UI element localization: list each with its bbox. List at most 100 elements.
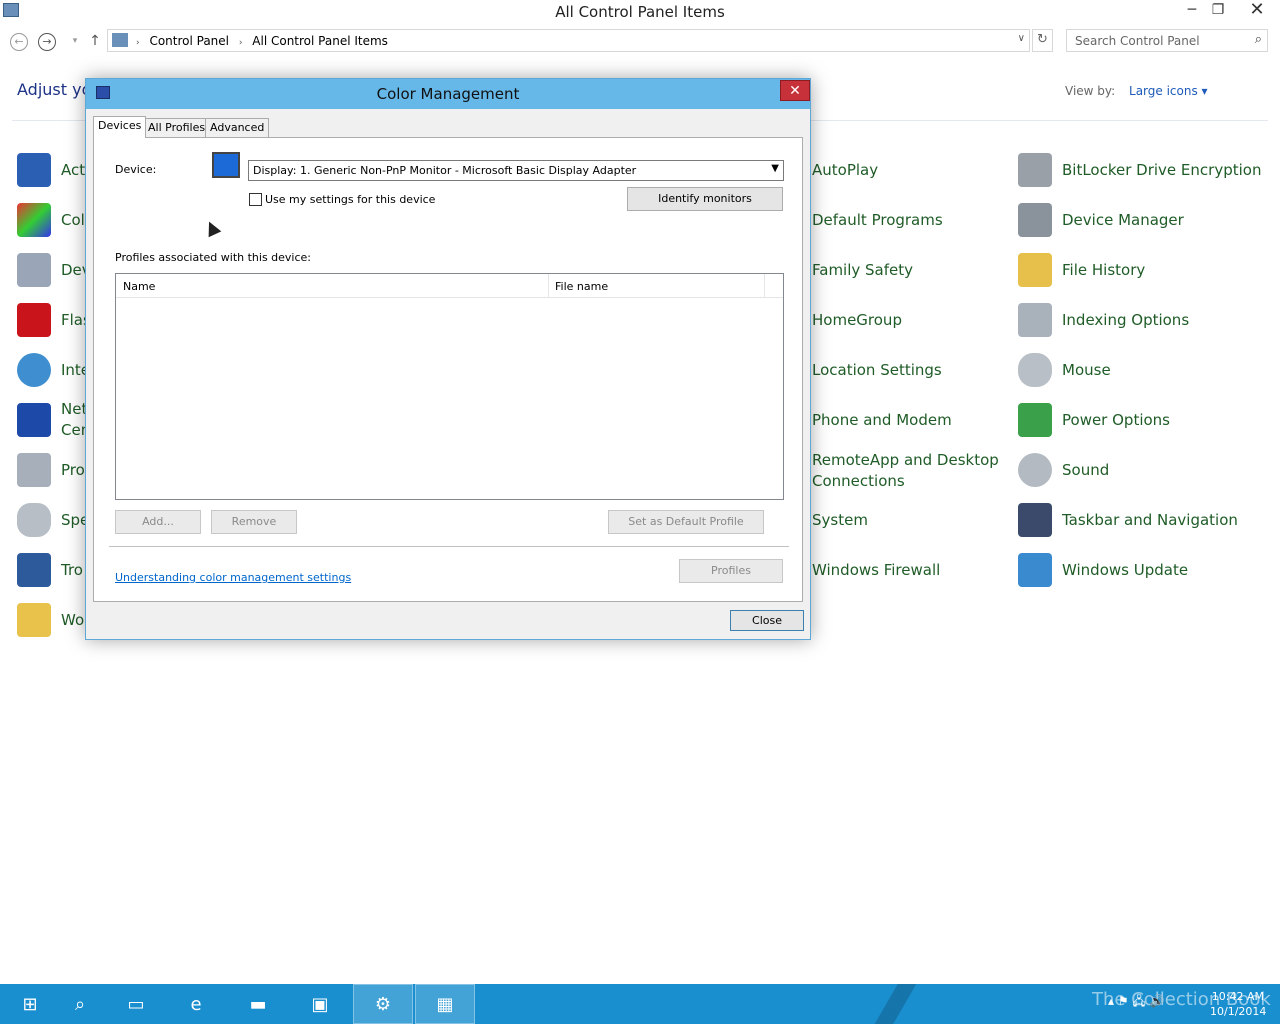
- tab-devices[interactable]: Devices: [93, 116, 147, 138]
- cp-item-device-manager[interactable]: Device Manager: [1018, 200, 1184, 240]
- address-dropdown-icon[interactable]: ∨: [1018, 33, 1025, 44]
- close-button[interactable]: Close: [730, 610, 804, 631]
- cp-item-sound[interactable]: Sound: [1018, 450, 1109, 490]
- address-bar[interactable]: › Control Panel › All Control Panel Item…: [107, 29, 1030, 52]
- system-tray-icons[interactable]: ▴ ⚑ 🖧 🔊: [1108, 992, 1165, 1013]
- cp-item-action-center[interactable]: Act: [17, 150, 85, 190]
- troubleshooting-icon: [17, 553, 51, 587]
- window-title: All Control Panel Items: [555, 3, 725, 21]
- chevron-down-icon[interactable]: ▼: [771, 163, 779, 174]
- back-arrow-icon[interactable]: ←: [10, 33, 28, 51]
- color-management-help-link[interactable]: Understanding color management settings: [115, 571, 351, 584]
- cp-item-devices[interactable]: Dev: [17, 250, 91, 290]
- up-arrow-icon[interactable]: ↑: [86, 33, 104, 51]
- cp-item-default-programs[interactable]: Default Programs: [812, 200, 943, 240]
- file-explorer-icon[interactable]: ▬: [228, 984, 288, 1024]
- recent-locations-chevron-icon[interactable]: ▾: [66, 33, 84, 51]
- breadcrumb: › Control Panel › All Control Panel Item…: [136, 34, 394, 48]
- cp-item-troubleshooting[interactable]: Tro: [17, 550, 83, 590]
- cp-item-power-options[interactable]: Power Options: [1018, 400, 1170, 440]
- cp-item-system[interactable]: System: [812, 500, 868, 540]
- network-icon: [17, 403, 51, 437]
- view-by-select[interactable]: Large icons ▾: [1129, 84, 1208, 98]
- column-header-name[interactable]: Name: [123, 280, 155, 293]
- color-management-taskbar-icon[interactable]: ▦: [415, 984, 475, 1024]
- cp-item-location-settings[interactable]: Location Settings: [812, 350, 942, 390]
- cp-item-family-safety[interactable]: Family Safety: [812, 250, 913, 290]
- tab-all-profiles[interactable]: All Profiles: [143, 118, 211, 137]
- search-input[interactable]: Search Control Panel ⌕: [1066, 29, 1268, 52]
- close-window-button[interactable]: ✕: [1234, 0, 1280, 22]
- search-icon[interactable]: ⌕: [50, 984, 110, 1024]
- breadcrumb-all-items[interactable]: All Control Panel Items: [252, 34, 388, 48]
- close-icon[interactable]: ✕: [780, 80, 810, 101]
- cp-item-bitlocker[interactable]: BitLocker Drive Encryption: [1018, 150, 1261, 190]
- column-header-file-name[interactable]: File name: [555, 280, 608, 293]
- microphone-icon: [17, 503, 51, 537]
- refresh-icon[interactable]: ↻: [1032, 29, 1053, 52]
- cp-item-work-folders[interactable]: Wo: [17, 600, 84, 640]
- set-default-profile-button[interactable]: Set as Default Profile: [608, 510, 764, 534]
- cp-item-programs[interactable]: Pro: [17, 450, 85, 490]
- dialog-title: Color Management: [376, 85, 520, 103]
- view-by-label: View by:: [1065, 84, 1116, 98]
- globe-icon: [17, 353, 51, 387]
- search-icon[interactable]: ⌕: [1255, 32, 1262, 47]
- clock-time: 10:42 AM: [1211, 990, 1264, 1003]
- mouse-icon: [1018, 353, 1052, 387]
- devices-panel: Device: Display: 1. Generic Non-PnP Moni…: [93, 137, 803, 602]
- device-select[interactable]: Display: 1. Generic Non-PnP Monitor - Mi…: [248, 160, 784, 181]
- clock[interactable]: 10:42 AM 10/1/2014: [1210, 989, 1267, 1019]
- battery-icon: [1018, 403, 1052, 437]
- cp-item-speech[interactable]: Spe: [17, 500, 89, 540]
- color-management-dialog: Color Management ✕ Devices All Profiles …: [85, 78, 811, 640]
- minimize-button[interactable]: ─: [1178, 0, 1206, 22]
- cp-item-file-history[interactable]: File History: [1018, 250, 1145, 290]
- use-my-settings-checkbox[interactable]: [249, 193, 262, 206]
- cp-item-remoteapp[interactable]: RemoteApp and Desktop Connections: [812, 450, 1002, 492]
- internet-explorer-icon[interactable]: e: [166, 984, 226, 1024]
- remove-profile-button[interactable]: Remove: [211, 510, 297, 534]
- profiles-label: Profiles associated with this device:: [115, 251, 312, 264]
- window-titlebar: All Control Panel Items ─ ❐ ✕: [0, 0, 1280, 24]
- cp-item-taskbar-navigation[interactable]: Taskbar and Navigation: [1018, 500, 1238, 540]
- cp-item-network[interactable]: Net Cen: [17, 400, 90, 440]
- column-divider[interactable]: [764, 274, 765, 298]
- column-divider[interactable]: [548, 274, 549, 298]
- cp-item-flash[interactable]: Flas: [17, 300, 91, 340]
- divider: [109, 546, 789, 547]
- cp-item-homegroup[interactable]: HomeGroup: [812, 300, 902, 340]
- windows-update-icon: [1018, 553, 1052, 587]
- clock-date: 10/1/2014: [1210, 1005, 1267, 1018]
- cp-item-indexing-options[interactable]: Indexing Options: [1018, 300, 1189, 340]
- cp-item-windows-update[interactable]: Windows Update: [1018, 550, 1188, 590]
- navigation-bar: ← → ▾ ↑ › Control Panel › All Control Pa…: [0, 26, 1280, 56]
- task-view-icon[interactable]: ▭: [106, 984, 166, 1024]
- cp-item-color[interactable]: Col: [17, 200, 85, 240]
- control-panel-taskbar-icon[interactable]: ⚙: [353, 984, 413, 1024]
- identify-monitors-button[interactable]: Identify monitors: [627, 187, 783, 211]
- cp-item-mouse[interactable]: Mouse: [1018, 350, 1111, 390]
- tab-advanced[interactable]: Advanced: [205, 118, 270, 137]
- cp-item-autoplay[interactable]: AutoPlay: [812, 150, 878, 190]
- forward-arrow-icon[interactable]: →: [38, 33, 56, 51]
- breadcrumb-separator-icon[interactable]: ›: [239, 38, 243, 48]
- lock-key-icon: [1018, 153, 1052, 187]
- profiles-button[interactable]: Profiles: [679, 559, 783, 583]
- control-panel-icon: [112, 33, 128, 47]
- device-label: Device:: [115, 163, 157, 176]
- breadcrumb-separator-icon[interactable]: ›: [136, 38, 140, 48]
- restore-button[interactable]: ❐: [1204, 0, 1232, 22]
- profiles-list[interactable]: Name File name: [115, 273, 784, 500]
- breadcrumb-control-panel[interactable]: Control Panel: [149, 34, 229, 48]
- cp-item-internet[interactable]: Inte: [17, 350, 90, 390]
- use-my-settings-label[interactable]: Use my settings for this device: [265, 193, 435, 206]
- cp-item-phone-modem[interactable]: Phone and Modem: [812, 400, 952, 440]
- programs-icon: [17, 453, 51, 487]
- dialog-titlebar: Color Management ✕: [86, 79, 810, 109]
- add-profile-button[interactable]: Add...: [115, 510, 201, 534]
- profiles-list-header: Name File name: [116, 274, 783, 298]
- store-icon[interactable]: ▣: [290, 984, 350, 1024]
- cp-item-windows-firewall[interactable]: Windows Firewall: [812, 550, 940, 590]
- speaker-icon: [1018, 453, 1052, 487]
